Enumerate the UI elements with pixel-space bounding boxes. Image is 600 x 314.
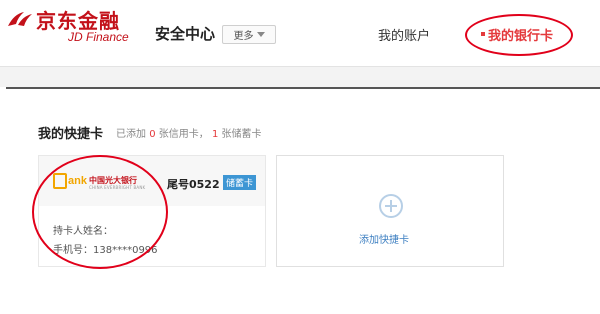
bank-mark [53, 173, 67, 189]
card-phone: 手机号：138****0996 [53, 245, 158, 256]
card-type-badge: 储蓄卡 [223, 175, 257, 190]
jd-finance-logo-icon [8, 12, 32, 26]
card-tail-number: 尾号0522 [167, 178, 220, 191]
section-name: 安全中心 [155, 25, 216, 43]
jd-finance-logo[interactable]: 京东金融 JD Finance [6, 4, 156, 54]
bank-name-en: CHINA EVERBRIGHT BANK [89, 185, 146, 190]
page-background-band [0, 67, 600, 87]
nav-my-bank-card[interactable]: 我的银行卡 [488, 25, 553, 44]
chevron-down-icon [256, 32, 265, 37]
card-holder-name: 持卡人姓名： [53, 226, 113, 237]
more-button[interactable]: 更多 [222, 25, 276, 44]
nav-my-account[interactable]: 我的账户 [378, 25, 430, 44]
bank-mark-text: ank [68, 175, 87, 187]
more-label: 更多 [233, 31, 254, 42]
add-quick-card-label: 添加快捷卡 [359, 235, 409, 246]
debit-card-count: 1 [211, 129, 219, 140]
bank-logo-icon: ank [53, 173, 87, 189]
card-summary: 已添加 0 张信用卡， 1 张储蓄卡 [116, 125, 262, 140]
section-title: 我的快捷卡 [38, 127, 104, 142]
debit-card-label: 张储蓄卡 [221, 129, 262, 140]
active-indicator [481, 32, 485, 36]
plus-circle-icon [379, 194, 403, 218]
logo-subtext: JD Finance [68, 30, 129, 44]
add-quick-card-button[interactable]: 添加快捷卡 [276, 155, 504, 267]
credit-card-count: 0 [149, 129, 156, 140]
top-header: 京东金融 JD Finance 安全中心 更多 我的账户 我的银行卡 [0, 0, 600, 67]
summary-prefix: 已添加 [116, 129, 146, 140]
credit-card-label: 张信用卡， [158, 129, 209, 140]
bank-card[interactable]: ank 中国光大银行 CHINA EVERBRIGHT BANK 尾号0522 … [38, 155, 266, 267]
